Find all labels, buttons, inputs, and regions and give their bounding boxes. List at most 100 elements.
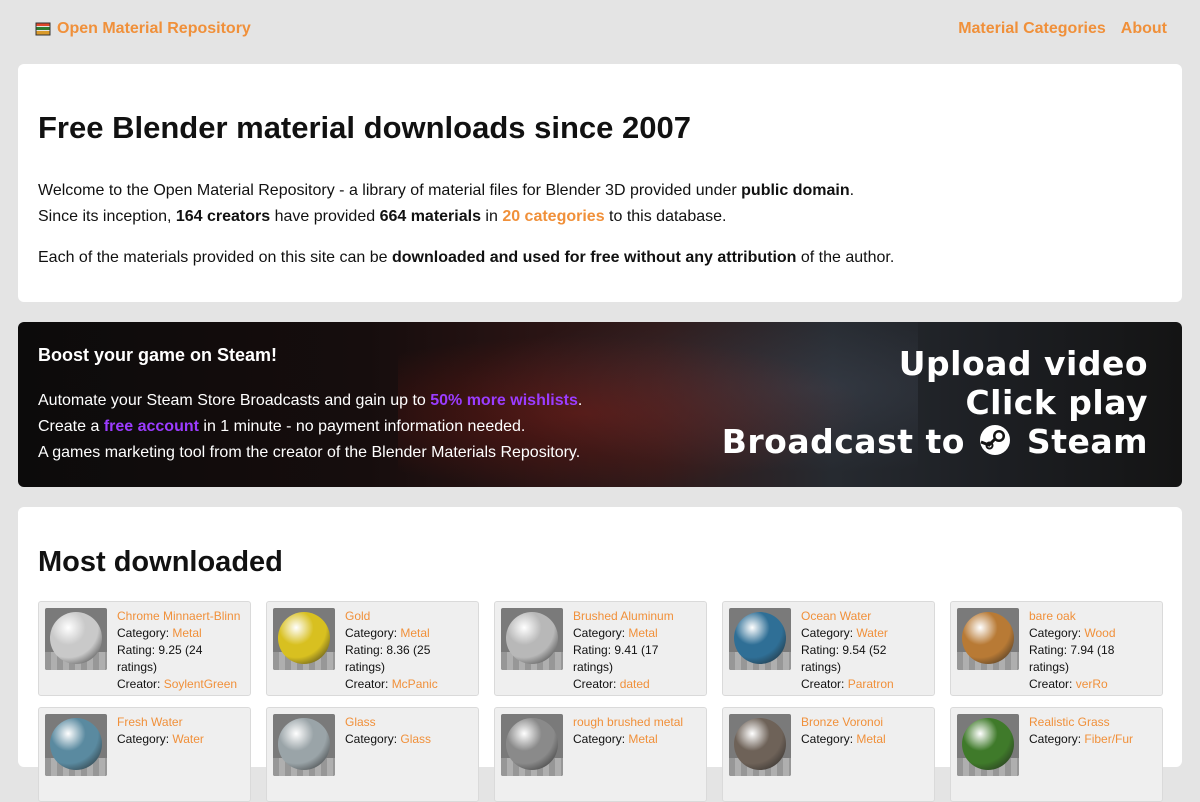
material-thumbnail[interactable] (729, 608, 791, 670)
category-link[interactable]: Fiber/Fur (1084, 732, 1133, 746)
material-creator: Creator: Paratron (801, 676, 928, 693)
material-info: Gold Category: Metal Rating: 8.36 (25 rati… (345, 608, 472, 695)
material-creator: Creator: dated (573, 676, 700, 693)
category-link[interactable]: Metal (628, 732, 657, 746)
material-thumbnail[interactable] (45, 714, 107, 776)
material-thumbnail[interactable] (273, 714, 335, 776)
creator-label: Creator: (117, 677, 164, 691)
material-tile: Brushed Aluminum Category: Metal Rating: 9… (494, 601, 707, 696)
creator-link[interactable]: McPanic (392, 677, 438, 691)
material-tile: Gold Category: Metal Rating: 8.36 (25 rati… (266, 601, 479, 696)
category-link[interactable]: Glass (400, 732, 431, 746)
nav-about[interactable]: About (1121, 20, 1167, 38)
rating-label: Rating: (1029, 643, 1071, 657)
nav-material-categories[interactable]: Material Categories (958, 20, 1106, 38)
material-info: Fresh Water Category: Water (117, 714, 204, 801)
books-icon (35, 21, 51, 37)
category-link[interactable]: Wood (1084, 626, 1115, 640)
category-link[interactable]: Metal (172, 626, 201, 640)
category-link[interactable]: Metal (400, 626, 429, 640)
material-rating: Rating: 9.54 (52 ratings) (801, 642, 928, 676)
rating-label: Rating: (573, 643, 615, 657)
material-category: Category: Metal (345, 625, 472, 642)
creator-label: Creator: (573, 677, 620, 691)
material-category: Category: Wood (1029, 625, 1156, 642)
material-thumbnail[interactable] (501, 608, 563, 670)
most-downloaded-card: Most downloaded Chrome Minnaert-Blinn Cat… (18, 507, 1182, 802)
material-name-link[interactable]: rough brushed metal (573, 714, 683, 731)
material-tile: rough brushed metal Category: Metal (494, 707, 707, 802)
material-thumbnail[interactable] (729, 714, 791, 776)
categories-link[interactable]: 20 categories (502, 208, 604, 225)
intro-bold: downloaded and used for free without any… (391, 249, 797, 266)
material-info: Glass Category: Glass (345, 714, 431, 801)
material-info: Ocean Water Category: Water Rating: 9.54 (… (801, 608, 928, 695)
slogan-line: Click play (965, 383, 1148, 422)
material-thumbnail[interactable] (957, 714, 1019, 776)
category-link[interactable]: Water (172, 732, 204, 746)
material-sphere (278, 612, 330, 664)
material-name-link[interactable]: Bronze Voronoi (801, 714, 886, 731)
material-category: Category: Metal (573, 625, 700, 642)
category-label: Category: (573, 626, 629, 640)
material-info: rough brushed metal Category: Metal (573, 714, 683, 801)
material-thumbnail[interactable] (45, 608, 107, 670)
banner-title: Boost your game on Steam! (38, 345, 278, 365)
material-sphere (734, 612, 786, 664)
category-label: Category: (117, 626, 173, 640)
creator-link[interactable]: dated (620, 677, 650, 691)
steam-ad-banner[interactable]: Boost your game on Steam! Automate your … (18, 322, 1182, 487)
rating-label: Rating: (801, 643, 843, 657)
material-name-link[interactable]: Fresh Water (117, 714, 204, 731)
material-name-link[interactable]: Glass (345, 714, 431, 731)
intro-paragraph: Welcome to the Open Material Repository … (38, 178, 1162, 230)
material-creator: Creator: SoylentGreen (117, 676, 244, 693)
material-tile: Bronze Voronoi Category: Metal (722, 707, 935, 802)
material-tile: Ocean Water Category: Water Rating: 9.54 (… (722, 601, 935, 696)
intro-text: . (849, 182, 855, 199)
material-tile: Chrome Minnaert-Blinn Category: Metal Rati… (38, 601, 251, 696)
slogan-text: Broadcast to (721, 422, 965, 461)
material-name-link[interactable]: Ocean Water (801, 608, 928, 625)
material-name-link[interactable]: Chrome Minnaert-Blinn (117, 608, 244, 625)
material-sphere (506, 612, 558, 664)
creator-link[interactable]: verRo (1076, 677, 1108, 691)
creator-label: Creator: (1029, 677, 1076, 691)
intro-text: Since its inception, (38, 208, 176, 225)
banner-text-span: in 1 minute - no payment information nee… (198, 418, 526, 435)
intro-card: Free Blender material downloads since 20… (18, 64, 1182, 302)
slogan-line: Broadcast to Steam (722, 422, 1148, 461)
banner-line: Create a free account in 1 minute - no p… (38, 414, 658, 440)
material-sphere (506, 718, 558, 770)
material-thumbnail[interactable] (957, 608, 1019, 670)
intro-text: have provided (270, 208, 380, 225)
brand-link[interactable]: Open Material Repository (35, 20, 251, 38)
intro-text: Welcome to the Open Material Repository … (38, 182, 742, 199)
category-link[interactable]: Water (856, 626, 888, 640)
material-name-link[interactable]: Realistic Grass (1029, 714, 1133, 731)
category-label: Category: (345, 732, 401, 746)
material-thumbnail[interactable] (273, 608, 335, 670)
creator-link[interactable]: Paratron (848, 677, 894, 691)
category-label: Category: (345, 626, 401, 640)
materials-grid: Chrome Minnaert-Blinn Category: Metal Rati… (38, 601, 1163, 802)
material-name-link[interactable]: Gold (345, 608, 472, 625)
material-creator: Creator: verRo (1029, 676, 1156, 693)
category-link[interactable]: Metal (856, 732, 885, 746)
category-link[interactable]: Metal (628, 626, 657, 640)
slogan-line: Upload video (898, 344, 1148, 383)
materials-count: 664 materials (379, 208, 481, 225)
material-sphere (734, 718, 786, 770)
material-thumbnail[interactable] (501, 714, 563, 776)
material-info: Brushed Aluminum Category: Metal Rating: 9… (573, 608, 700, 695)
material-name-link[interactable]: bare oak (1029, 608, 1156, 625)
category-label: Category: (117, 732, 173, 746)
banner-text: Boost your game on Steam! Automate your … (38, 344, 658, 466)
creator-link[interactable]: SoylentGreen (164, 677, 237, 691)
material-name-link[interactable]: Brushed Aluminum (573, 608, 700, 625)
category-label: Category: (801, 626, 857, 640)
free-account-highlight[interactable]: free account (104, 418, 199, 435)
page-title: Free Blender material downloads since 20… (38, 110, 691, 145)
material-sphere (50, 612, 102, 664)
material-rating: Rating: 9.25 (24 ratings) (117, 642, 244, 676)
